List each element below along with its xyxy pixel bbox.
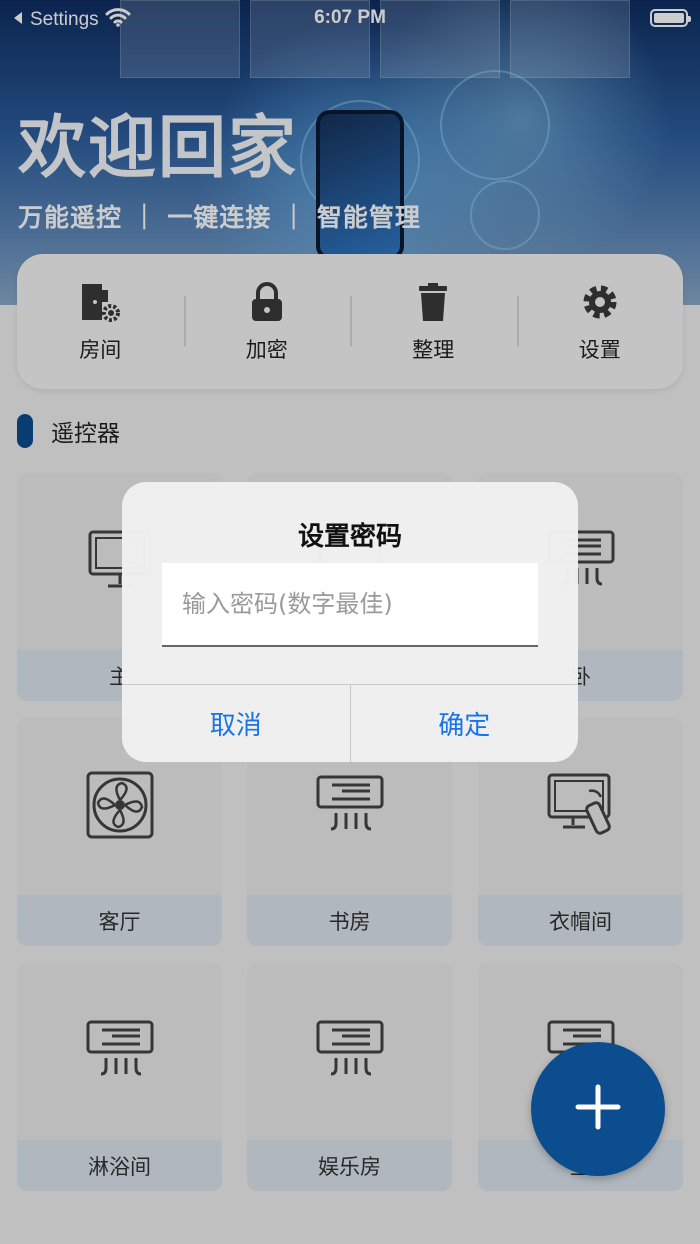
confirm-button[interactable]: 确定 xyxy=(349,685,579,762)
dialog-button-row: 取消 确定 xyxy=(122,684,578,762)
set-password-dialog: 设置密码 取消 确定 xyxy=(122,482,578,762)
dialog-title: 设置密码 xyxy=(297,522,402,552)
plus-icon xyxy=(574,1083,622,1135)
cancel-button[interactable]: 取消 xyxy=(122,685,350,762)
password-input[interactable] xyxy=(162,563,538,647)
add-remote-button[interactable] xyxy=(531,1042,665,1176)
